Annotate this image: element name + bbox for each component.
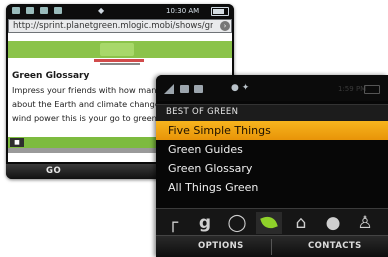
signal-icon: [164, 84, 174, 94]
status-bar: ◆ 10:30 AM: [6, 4, 234, 18]
site-banner[interactable]: [8, 41, 232, 58]
go-softkey[interactable]: GO: [46, 166, 61, 176]
menu-item-green-glossary[interactable]: Green Glossary: [156, 159, 388, 178]
menu-phone: ● ✦ 1:59 PM BEST OF GREEN Five Simple Th…: [156, 75, 388, 257]
banner-subline: [94, 59, 144, 62]
globe-tab-icon[interactable]: ◯: [224, 212, 250, 234]
go-icon[interactable]: ›: [220, 21, 230, 31]
message-icon: [194, 85, 203, 93]
menu-item-five-simple-things[interactable]: Five Simple Things: [156, 121, 388, 140]
message-icon: [40, 7, 48, 14]
g-tab-icon[interactable]: g: [192, 212, 218, 234]
leaf-icon: [260, 213, 278, 232]
url-text[interactable]: http://sprint.planetgreen.mlogic.mobi/sh…: [13, 21, 213, 31]
network-icon: [180, 85, 189, 93]
menu-header-label: BEST OF GREEN: [166, 107, 239, 117]
status-bar: ● ✦ 1:59 PM: [156, 75, 388, 101]
gps-icon: ◆: [98, 6, 105, 15]
menu-list: Five Simple Things Green Guides Green Gl…: [156, 121, 388, 197]
menu-item-green-guides[interactable]: Green Guides: [156, 140, 388, 159]
battery-icon: [364, 85, 380, 94]
icon-tab-bar: ┌ g ◯ ⌂ ● ♙: [156, 208, 388, 236]
softkey-divider: [271, 239, 272, 255]
network-icon: [26, 7, 34, 14]
people-tab-icon[interactable]: ♙: [352, 212, 378, 234]
contacts-softkey[interactable]: CONTACTS: [308, 241, 362, 251]
ad-icon[interactable]: ■: [10, 138, 24, 147]
status-time: 1:59 PM: [338, 85, 367, 93]
signal-tab-icon[interactable]: ┌: [160, 212, 186, 234]
bluetooth-icon: [54, 7, 62, 14]
site-logo[interactable]: [100, 43, 134, 56]
status-time: 10:30 AM: [166, 7, 200, 15]
url-bar[interactable]: http://sprint.planetgreen.mlogic.mobi/sh…: [8, 19, 232, 33]
signal-icon: [12, 7, 20, 14]
gps-icon: ● ✦: [231, 83, 250, 93]
chat-tab-icon[interactable]: ●: [320, 212, 346, 234]
menu-item-all-things-green[interactable]: All Things Green: [156, 178, 388, 197]
battery-icon: [211, 7, 229, 16]
banner-subline-2: [100, 63, 140, 65]
article-title: Green Glossary: [12, 71, 90, 81]
options-softkey[interactable]: OPTIONS: [198, 241, 244, 251]
home-tab-icon[interactable]: ⌂: [288, 212, 314, 234]
menu-header: BEST OF GREEN: [156, 104, 388, 121]
softkey-bar: OPTIONS CONTACTS: [156, 235, 388, 257]
leaf-tab-icon[interactable]: [256, 212, 282, 234]
